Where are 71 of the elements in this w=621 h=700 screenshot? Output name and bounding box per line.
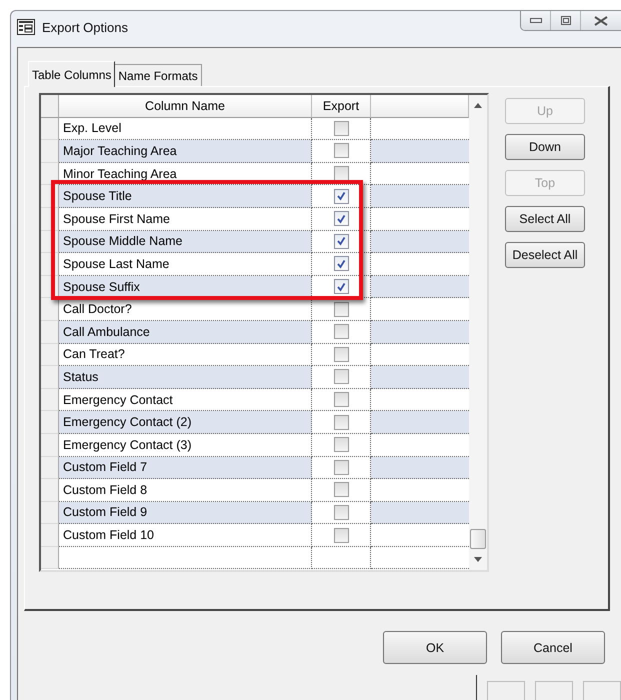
row-header xyxy=(41,95,59,118)
row-header[interactable] xyxy=(41,344,59,366)
column-header[interactable]: Export xyxy=(312,95,371,118)
checkmark-icon xyxy=(336,214,346,224)
export-checkbox[interactable] xyxy=(334,120,348,136)
checkmark-icon xyxy=(336,191,346,202)
window-title: Export Options xyxy=(42,20,128,34)
row-header[interactable] xyxy=(41,388,59,412)
export-checkbox[interactable] xyxy=(334,414,348,430)
row-header[interactable] xyxy=(41,479,59,502)
dialog-button[interactable]: OK xyxy=(383,631,487,664)
maximize-icon xyxy=(560,16,570,25)
table-cell: Spouse Title xyxy=(59,185,312,208)
scrollbar-thumb[interactable] xyxy=(470,529,486,549)
export-checkbox[interactable] xyxy=(334,504,348,520)
row-header[interactable] xyxy=(41,320,59,344)
table-cell: Status xyxy=(59,366,312,389)
minimize-button[interactable] xyxy=(521,11,551,30)
tab[interactable]: Table Columns xyxy=(28,61,116,87)
row-header[interactable] xyxy=(41,411,59,434)
close-icon xyxy=(594,16,608,26)
minimize-icon xyxy=(530,18,542,24)
export-checkbox[interactable] xyxy=(334,460,348,475)
export-checkbox[interactable] xyxy=(334,392,348,408)
row-header[interactable] xyxy=(41,366,59,389)
table-cell: Spouse Middle Name xyxy=(59,230,312,254)
export-checkbox[interactable] xyxy=(334,302,348,317)
dialog-button[interactable]: Cancel xyxy=(501,631,605,664)
side-button[interactable]: Down xyxy=(505,134,585,160)
export-checkbox[interactable] xyxy=(334,346,348,362)
status-pane xyxy=(535,681,573,700)
form-icon xyxy=(17,19,35,35)
row-header[interactable] xyxy=(41,502,59,524)
export-checkbox[interactable] xyxy=(334,528,348,543)
tab[interactable]: Name Formats xyxy=(114,64,202,86)
export-checkbox[interactable] xyxy=(334,279,348,294)
close-button[interactable] xyxy=(581,11,621,30)
table-cell: Custom Field 7 xyxy=(59,456,312,480)
export-checkbox[interactable] xyxy=(334,324,348,340)
export-checkbox[interactable] xyxy=(334,188,348,204)
maximize-button[interactable] xyxy=(551,11,581,30)
row-header[interactable] xyxy=(41,456,59,480)
export-checkbox[interactable] xyxy=(334,143,348,158)
checkmark-icon xyxy=(336,258,346,269)
vertical-scrollbar[interactable] xyxy=(469,95,487,570)
side-button[interactable]: Select All xyxy=(505,206,585,232)
side-button[interactable]: Deselect All xyxy=(505,242,585,268)
export-checkbox[interactable] xyxy=(334,482,348,498)
table-cell: Major Teaching Area xyxy=(59,140,312,163)
table-cell: Call Ambulance xyxy=(59,320,312,344)
row-header[interactable] xyxy=(41,140,59,163)
row-header[interactable] xyxy=(41,434,59,456)
export-checkbox[interactable] xyxy=(334,211,348,226)
export-checkbox[interactable] xyxy=(334,256,348,272)
scroll-up-icon xyxy=(474,103,482,108)
row-header[interactable] xyxy=(41,298,59,321)
checkmark-icon xyxy=(336,282,346,292)
status-pane xyxy=(487,681,525,700)
scroll-down-icon xyxy=(474,557,482,562)
export-checkbox[interactable] xyxy=(334,234,348,249)
table-cell: Custom Field 9 xyxy=(59,502,312,524)
export-checkbox[interactable] xyxy=(334,369,348,384)
row-header[interactable] xyxy=(41,524,59,547)
row-header[interactable] xyxy=(41,546,59,570)
table-cell: Emergency Contact (2) xyxy=(59,411,312,434)
column-header[interactable]: Column Name xyxy=(59,95,312,118)
row-header[interactable] xyxy=(41,118,59,140)
status-pane xyxy=(583,681,621,700)
export-checkbox[interactable] xyxy=(334,166,348,182)
checkmark-icon xyxy=(336,236,346,246)
export-checkbox[interactable] xyxy=(334,437,348,452)
